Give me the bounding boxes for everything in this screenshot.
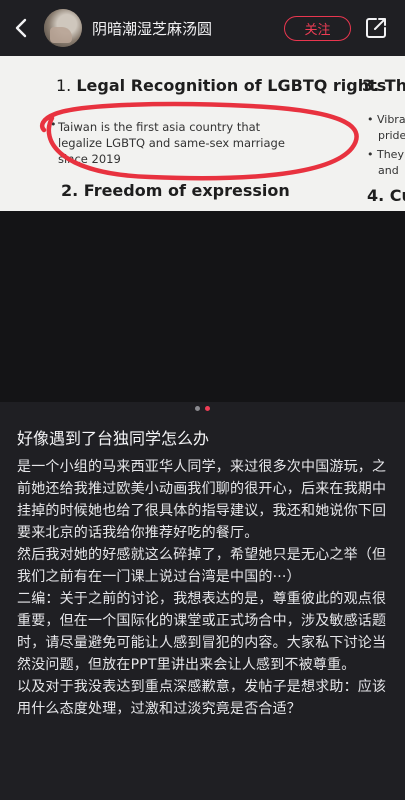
follow-button[interactable]: 关注 — [284, 16, 351, 41]
share-icon[interactable] — [364, 16, 388, 40]
post-body: 好像遇到了台独同学怎么办 是一个小组的马来西亚华人同学，来过很多次中国游玩，之前… — [17, 428, 391, 720]
avatar[interactable] — [44, 9, 82, 47]
carousel-dot[interactable] — [195, 406, 200, 411]
post-title: 好像遇到了台独同学怎么办 — [17, 429, 210, 448]
carousel-dot-active[interactable] — [205, 406, 210, 411]
carousel-indicator — [0, 404, 405, 414]
slide-image: 1. Legal Recognition of LGBTQ rights 3. … — [0, 56, 405, 211]
post-paragraph: 然后我对她的好感就这么碎掉了，希望她只是无心之举（但我们之前有在一门课上说过台湾… — [17, 547, 387, 585]
post-paragraph: 以及对于我没表达到重点深感歉意，发帖子是想求助：应该用什么态度处理，过激和过淡究… — [17, 679, 387, 717]
username[interactable]: 阴暗潮湿芝麻汤圆 — [92, 18, 212, 39]
post-paragraph: 是一个小组的马来西亚华人同学，来过很多次中国游玩，之前她还给我推过欧美小动画我们… — [17, 459, 387, 541]
red-circle-annotation — [39, 101, 359, 181]
top-bar: 阴暗潮湿芝麻汤圆 关注 — [0, 0, 405, 56]
chevron-left-icon[interactable] — [10, 16, 34, 40]
image-carousel[interactable]: 1. Legal Recognition of LGBTQ rights 3. … — [0, 56, 405, 402]
post-paragraph: 二编：关于之前的讨论，我想表达的是，尊重彼此的观点很重要，但在一个国际化的课堂或… — [17, 591, 387, 673]
